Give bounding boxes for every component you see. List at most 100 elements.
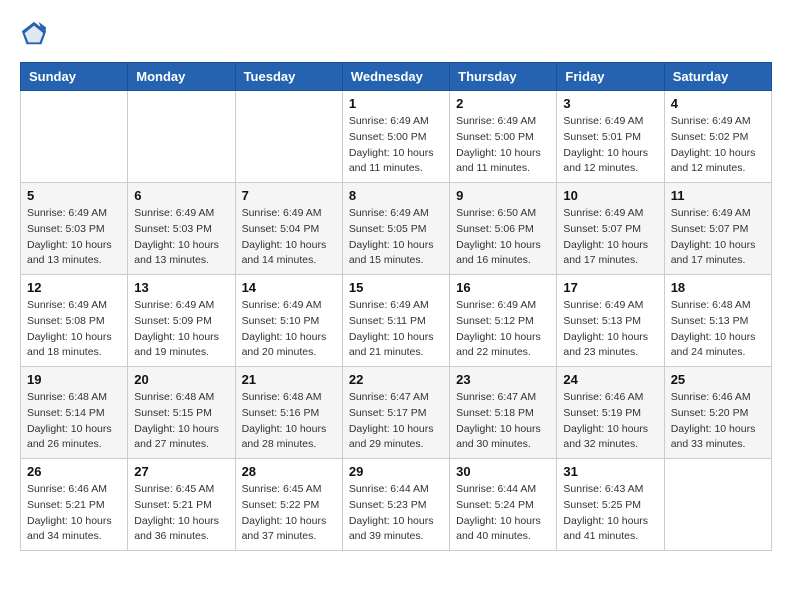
calendar-cell: 30 Sunrise: 6:44 AMSunset: 5:24 PMDayligh… (450, 459, 557, 551)
day-info: Sunrise: 6:46 AMSunset: 5:21 PMDaylight:… (27, 482, 121, 545)
day-info: Sunrise: 6:49 AMSunset: 5:03 PMDaylight:… (134, 206, 228, 269)
day-number: 26 (27, 464, 121, 479)
day-number: 6 (134, 188, 228, 203)
day-number: 14 (242, 280, 336, 295)
day-number: 25 (671, 372, 765, 387)
day-number: 15 (349, 280, 443, 295)
day-info: Sunrise: 6:49 AMSunset: 5:12 PMDaylight:… (456, 298, 550, 361)
day-info: Sunrise: 6:49 AMSunset: 5:03 PMDaylight:… (27, 206, 121, 269)
weekday-header: Monday (128, 63, 235, 91)
day-info: Sunrise: 6:49 AMSunset: 5:10 PMDaylight:… (242, 298, 336, 361)
day-info: Sunrise: 6:43 AMSunset: 5:25 PMDaylight:… (563, 482, 657, 545)
calendar-week-row: 26 Sunrise: 6:46 AMSunset: 5:21 PMDayligh… (21, 459, 772, 551)
day-info: Sunrise: 6:46 AMSunset: 5:19 PMDaylight:… (563, 390, 657, 453)
calendar-cell: 18 Sunrise: 6:48 AMSunset: 5:13 PMDayligh… (664, 275, 771, 367)
logo-icon (20, 20, 48, 48)
day-info: Sunrise: 6:48 AMSunset: 5:14 PMDaylight:… (27, 390, 121, 453)
day-number: 23 (456, 372, 550, 387)
day-info: Sunrise: 6:50 AMSunset: 5:06 PMDaylight:… (456, 206, 550, 269)
calendar-cell: 16 Sunrise: 6:49 AMSunset: 5:12 PMDayligh… (450, 275, 557, 367)
weekday-header: Friday (557, 63, 664, 91)
calendar-cell: 11Sunrise: 6:49 AMSunset: 5:07 PMDayligh… (664, 183, 771, 275)
day-info: Sunrise: 6:47 AMSunset: 5:17 PMDaylight:… (349, 390, 443, 453)
weekday-header-row: SundayMondayTuesdayWednesdayThursdayFrid… (21, 63, 772, 91)
day-number: 1 (349, 96, 443, 111)
calendar-cell: 12 Sunrise: 6:49 AMSunset: 5:08 PMDayligh… (21, 275, 128, 367)
day-number: 10 (563, 188, 657, 203)
calendar-cell: 7 Sunrise: 6:49 AMSunset: 5:04 PMDaylight… (235, 183, 342, 275)
calendar-cell: 14 Sunrise: 6:49 AMSunset: 5:10 PMDayligh… (235, 275, 342, 367)
calendar-cell: 1 Sunrise: 6:49 AMSunset: 5:00 PMDaylight… (342, 91, 449, 183)
calendar-cell: 15 Sunrise: 6:49 AMSunset: 5:11 PMDayligh… (342, 275, 449, 367)
calendar-cell: 28 Sunrise: 6:45 AMSunset: 5:22 PMDayligh… (235, 459, 342, 551)
day-number: 13 (134, 280, 228, 295)
calendar-cell: 31 Sunrise: 6:43 AMSunset: 5:25 PMDayligh… (557, 459, 664, 551)
calendar-cell: 20 Sunrise: 6:48 AMSunset: 5:15 PMDayligh… (128, 367, 235, 459)
day-number: 4 (671, 96, 765, 111)
calendar-cell: 24 Sunrise: 6:46 AMSunset: 5:19 PMDayligh… (557, 367, 664, 459)
page: SundayMondayTuesdayWednesdayThursdayFrid… (0, 0, 792, 561)
day-info: Sunrise: 6:49 AMSunset: 5:05 PMDaylight:… (349, 206, 443, 269)
day-info: Sunrise: 6:49 AMSunset: 5:11 PMDaylight:… (349, 298, 443, 361)
weekday-header: Thursday (450, 63, 557, 91)
header (20, 20, 772, 48)
calendar-week-row: 19 Sunrise: 6:48 AMSunset: 5:14 PMDayligh… (21, 367, 772, 459)
calendar-week-row: 12 Sunrise: 6:49 AMSunset: 5:08 PMDayligh… (21, 275, 772, 367)
day-info: Sunrise: 6:49 AMSunset: 5:04 PMDaylight:… (242, 206, 336, 269)
day-info: Sunrise: 6:47 AMSunset: 5:18 PMDaylight:… (456, 390, 550, 453)
calendar-cell: 22 Sunrise: 6:47 AMSunset: 5:17 PMDayligh… (342, 367, 449, 459)
day-number: 18 (671, 280, 765, 295)
day-number: 9 (456, 188, 550, 203)
calendar-cell: 4Sunrise: 6:49 AMSunset: 5:02 PMDaylight… (664, 91, 771, 183)
calendar-cell: 29Sunrise: 6:44 AMSunset: 5:23 PMDayligh… (342, 459, 449, 551)
day-info: Sunrise: 6:44 AMSunset: 5:23 PMDaylight:… (349, 482, 443, 545)
calendar-cell: 10 Sunrise: 6:49 AMSunset: 5:07 PMDayligh… (557, 183, 664, 275)
calendar-cell (128, 91, 235, 183)
calendar-cell: 13 Sunrise: 6:49 AMSunset: 5:09 PMDayligh… (128, 275, 235, 367)
calendar-cell: 8 Sunrise: 6:49 AMSunset: 5:05 PMDaylight… (342, 183, 449, 275)
day-info: Sunrise: 6:49 AMSunset: 5:08 PMDaylight:… (27, 298, 121, 361)
day-number: 3 (563, 96, 657, 111)
calendar-cell: 5 Sunrise: 6:49 AMSunset: 5:03 PMDaylight… (21, 183, 128, 275)
calendar-cell (235, 91, 342, 183)
day-number: 30 (456, 464, 550, 479)
day-info: Sunrise: 6:48 AMSunset: 5:13 PMDaylight:… (671, 298, 765, 361)
calendar-cell: 9 Sunrise: 6:50 AMSunset: 5:06 PMDaylight… (450, 183, 557, 275)
calendar-cell: 27Sunrise: 6:45 AMSunset: 5:21 PMDayligh… (128, 459, 235, 551)
day-info: Sunrise: 6:49 AMSunset: 5:09 PMDaylight:… (134, 298, 228, 361)
calendar: SundayMondayTuesdayWednesdayThursdayFrid… (20, 62, 772, 551)
day-info: Sunrise: 6:49 AMSunset: 5:07 PMDaylight:… (671, 206, 765, 269)
day-number: 12 (27, 280, 121, 295)
day-number: 21 (242, 372, 336, 387)
day-number: 5 (27, 188, 121, 203)
calendar-cell: 23 Sunrise: 6:47 AMSunset: 5:18 PMDayligh… (450, 367, 557, 459)
calendar-week-row: 5 Sunrise: 6:49 AMSunset: 5:03 PMDaylight… (21, 183, 772, 275)
weekday-header: Sunday (21, 63, 128, 91)
day-number: 28 (242, 464, 336, 479)
weekday-header: Tuesday (235, 63, 342, 91)
calendar-cell: 2Sunrise: 6:49 AMSunset: 5:00 PMDaylight… (450, 91, 557, 183)
weekday-header: Wednesday (342, 63, 449, 91)
day-info: Sunrise: 6:49 AMSunset: 5:07 PMDaylight:… (563, 206, 657, 269)
calendar-cell: 25 Sunrise: 6:46 AMSunset: 5:20 PMDayligh… (664, 367, 771, 459)
day-number: 16 (456, 280, 550, 295)
day-number: 20 (134, 372, 228, 387)
day-info: Sunrise: 6:45 AMSunset: 5:22 PMDaylight:… (242, 482, 336, 545)
calendar-cell: 17Sunrise: 6:49 AMSunset: 5:13 PMDayligh… (557, 275, 664, 367)
day-info: Sunrise: 6:49 AMSunset: 5:00 PMDaylight:… (349, 114, 443, 177)
day-number: 19 (27, 372, 121, 387)
day-info: Sunrise: 6:44 AMSunset: 5:24 PMDaylight:… (456, 482, 550, 545)
day-info: Sunrise: 6:48 AMSunset: 5:15 PMDaylight:… (134, 390, 228, 453)
day-number: 7 (242, 188, 336, 203)
calendar-cell: 6 Sunrise: 6:49 AMSunset: 5:03 PMDaylight… (128, 183, 235, 275)
day-number: 22 (349, 372, 443, 387)
day-number: 31 (563, 464, 657, 479)
day-number: 24 (563, 372, 657, 387)
calendar-cell: 19 Sunrise: 6:48 AMSunset: 5:14 PMDayligh… (21, 367, 128, 459)
day-number: 8 (349, 188, 443, 203)
day-number: 2 (456, 96, 550, 111)
day-info: Sunrise: 6:48 AMSunset: 5:16 PMDaylight:… (242, 390, 336, 453)
day-info: Sunrise: 6:49 AMSunset: 5:13 PMDaylight:… (563, 298, 657, 361)
day-info: Sunrise: 6:46 AMSunset: 5:20 PMDaylight:… (671, 390, 765, 453)
calendar-week-row: 1 Sunrise: 6:49 AMSunset: 5:00 PMDaylight… (21, 91, 772, 183)
